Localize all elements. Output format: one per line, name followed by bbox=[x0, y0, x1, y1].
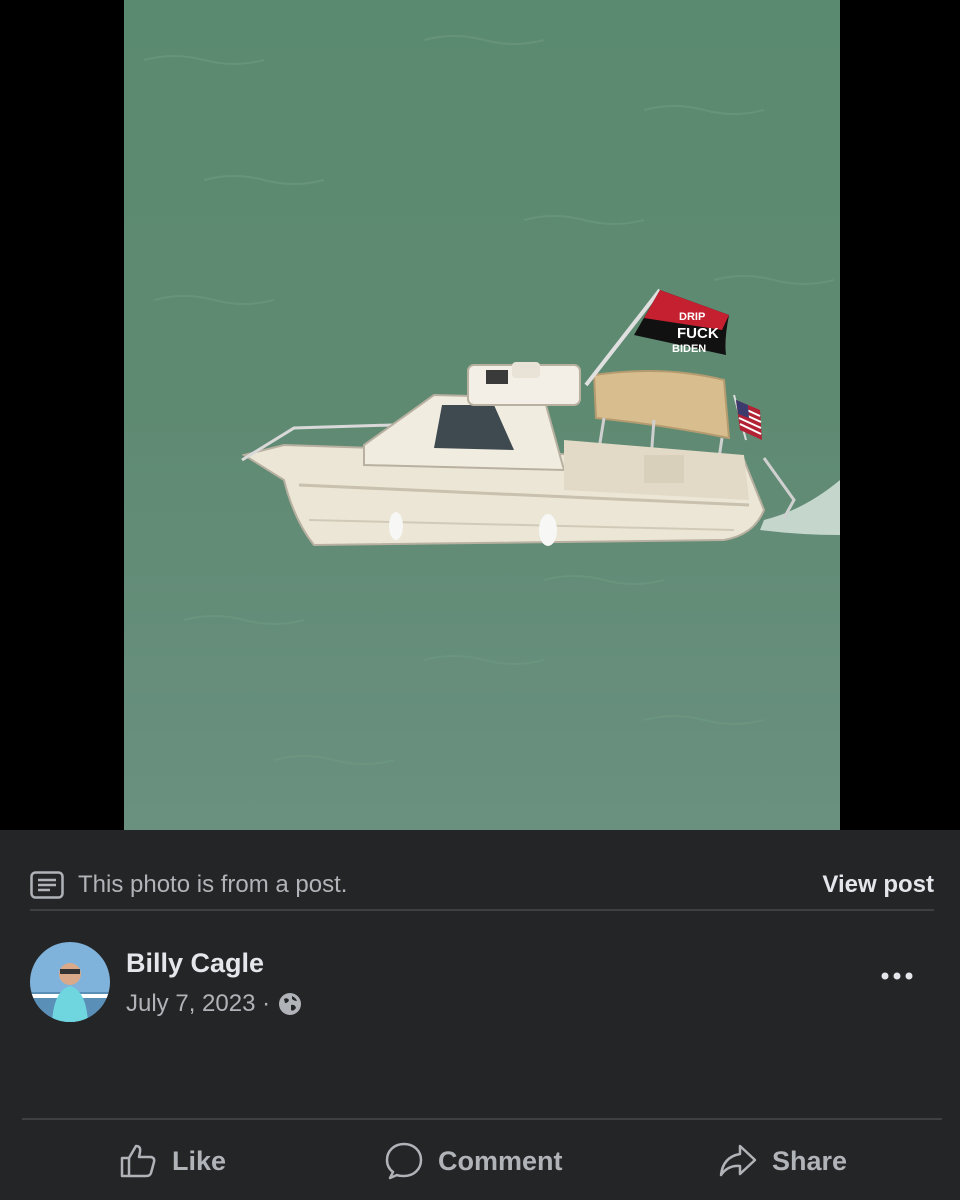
thumbs-up-icon bbox=[120, 1144, 156, 1178]
view-post-link[interactable]: View post bbox=[822, 871, 934, 899]
share-arrow-icon bbox=[719, 1144, 757, 1177]
post-date[interactable]: July 7, 2023 · bbox=[126, 990, 270, 1018]
notice-text: This photo is from a post. bbox=[78, 871, 348, 898]
globe-icon bbox=[279, 993, 302, 1015]
avatar[interactable] bbox=[30, 942, 110, 1022]
svg-text:DRIP: DRIP bbox=[679, 311, 705, 323]
comment-label: Comment bbox=[438, 1145, 563, 1176]
action-bar: Like Comment Share bbox=[0, 1130, 960, 1192]
divider bbox=[30, 909, 934, 911]
share-label: Share bbox=[772, 1145, 848, 1176]
like-button[interactable]: Like bbox=[118, 1130, 226, 1192]
post-info-panel: This photo is from a post. View post Bil… bbox=[0, 830, 960, 1200]
photo-viewer: DRIP FUCK BIDEN bbox=[0, 0, 960, 830]
post-author: Billy Cagle July 7, 2023 · bbox=[30, 942, 934, 1026]
like-label: Like bbox=[172, 1145, 227, 1176]
author-name[interactable]: Billy Cagle bbox=[126, 948, 264, 979]
svg-text:BIDEN: BIDEN bbox=[672, 343, 706, 355]
post-document-icon bbox=[30, 871, 64, 899]
post-photo[interactable]: DRIP FUCK BIDEN bbox=[124, 0, 840, 830]
more-options-icon[interactable] bbox=[880, 966, 914, 986]
svg-text:FUCK: FUCK bbox=[677, 325, 719, 342]
boat-photo: DRIP FUCK BIDEN bbox=[124, 0, 840, 830]
post-date-line: July 7, 2023 · bbox=[126, 990, 302, 1018]
comment-bubble-icon bbox=[385, 1142, 423, 1180]
divider bbox=[22, 1118, 942, 1120]
comment-button[interactable]: Comment bbox=[384, 1130, 563, 1192]
share-button[interactable]: Share bbox=[718, 1130, 847, 1192]
post-notice: This photo is from a post. View post bbox=[30, 860, 934, 910]
